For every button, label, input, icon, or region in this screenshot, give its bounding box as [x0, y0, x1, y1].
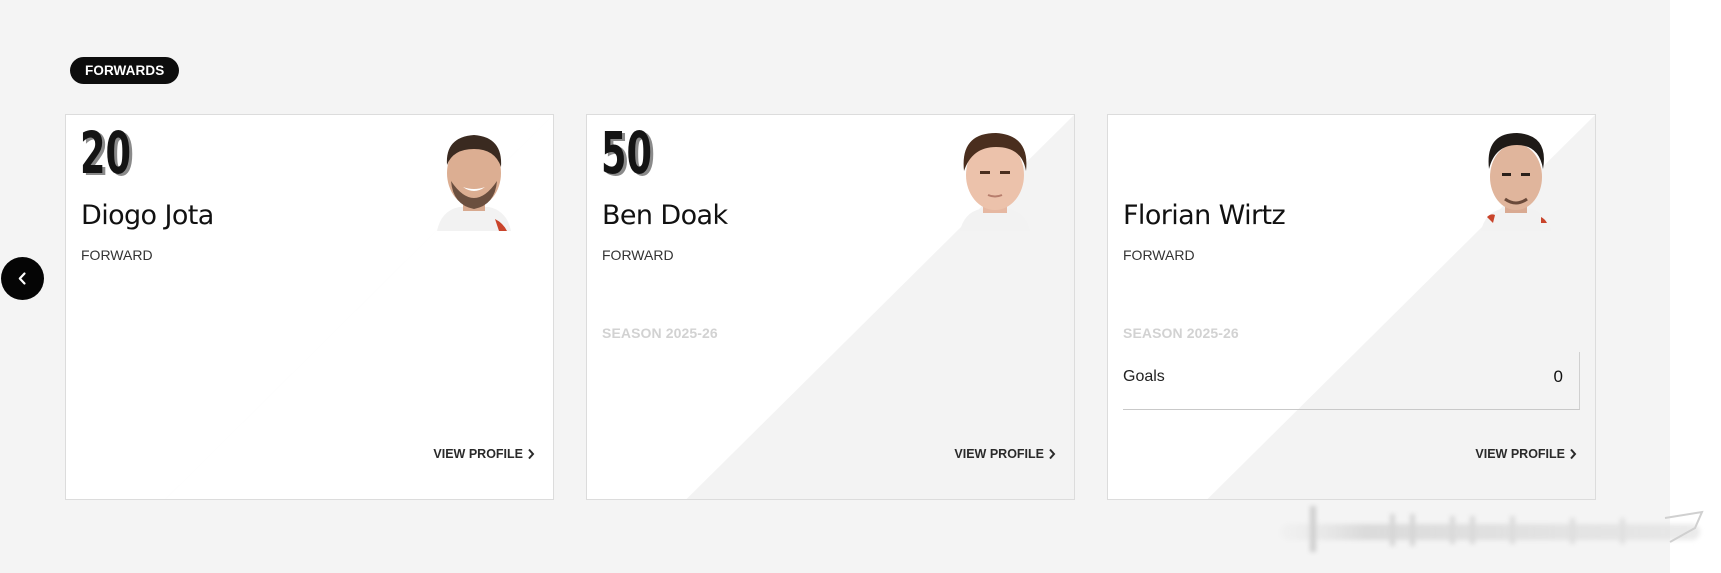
squad-number: 20 20	[80, 119, 140, 189]
section-label: FORWARDS	[70, 57, 180, 84]
player-card[interactable]: 50 50 Ben Doak FORWARD SEASON 2025-26 VI…	[586, 114, 1075, 500]
player-name: Diogo Jota	[81, 200, 214, 231]
player-photo-avatar	[960, 133, 1030, 231]
chevron-right-icon	[528, 448, 535, 460]
player-photo-avatar	[1481, 133, 1551, 231]
stat-label: Goals	[1123, 368, 1165, 385]
chevron-right-icon	[1570, 448, 1577, 460]
player-position: FORWARD	[81, 247, 153, 263]
view-profile-label: VIEW PROFILE	[433, 447, 523, 461]
stat-value: 0	[1553, 367, 1563, 386]
carousel-prev-button[interactable]	[1, 257, 44, 300]
svg-text:20: 20	[80, 127, 131, 181]
player-position: FORWARD	[602, 247, 674, 263]
player-card[interactable]: 20 20 Diogo Jota FORWARD VIEW PROFILE	[65, 114, 554, 500]
carousel-scroll-indicator	[1280, 506, 1704, 552]
view-profile-label: VIEW PROFILE	[954, 447, 1044, 461]
player-name: Ben Doak	[602, 200, 728, 231]
chevron-left-icon	[18, 272, 26, 285]
svg-text:50: 50	[601, 127, 652, 181]
chevron-right-icon	[1049, 448, 1056, 460]
view-profile-link[interactable]: VIEW PROFILE	[1475, 447, 1577, 461]
view-profile-link[interactable]: VIEW PROFILE	[954, 447, 1056, 461]
player-photo-avatar	[437, 135, 511, 231]
view-profile-label: VIEW PROFILE	[1475, 447, 1565, 461]
view-profile-link[interactable]: VIEW PROFILE	[433, 447, 535, 461]
season-label: SEASON 2025-26	[602, 325, 718, 341]
player-position: FORWARD	[1123, 247, 1195, 263]
player-name: Florian Wirtz	[1123, 200, 1286, 231]
stat-row-goals: Goals 0	[1123, 352, 1580, 410]
player-card[interactable]: Florian Wirtz FORWARD SEASON 2025-26 Goa…	[1107, 114, 1596, 500]
season-label: SEASON 2025-26	[1123, 325, 1239, 341]
squad-number: 50 50	[601, 119, 661, 189]
